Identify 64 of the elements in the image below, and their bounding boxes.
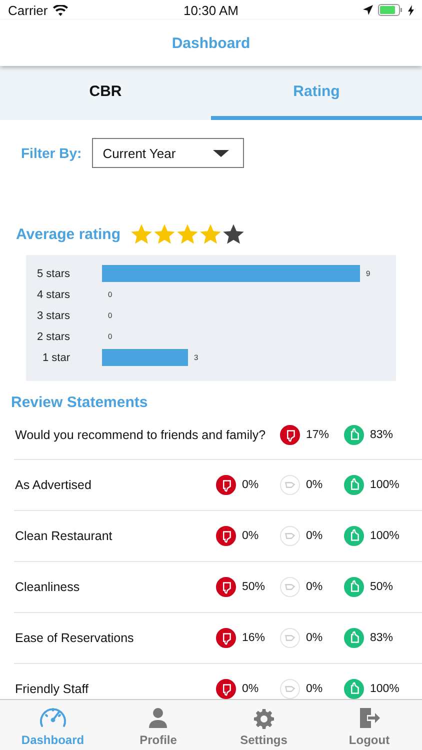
thumbs-down-icon [216, 475, 236, 495]
percentage-text: 100% [370, 479, 400, 491]
nav-tab[interactable]: Dashboard [0, 700, 106, 750]
caret-icon [212, 150, 229, 156]
statement-text: As Advertised [14, 478, 92, 492]
logout-icon [358, 707, 380, 729]
percentage-text: 83% [370, 632, 394, 644]
thumbs-up-icon [344, 577, 364, 597]
section-title: Review Statements [10, 393, 149, 411]
thumbs-down-icon [216, 628, 236, 648]
nav-tab[interactable]: Profile [106, 700, 211, 750]
filter-label: Filter By: [21, 145, 82, 161]
percentage-text: 17% [306, 429, 330, 441]
person-icon [147, 707, 170, 729]
star-icon [176, 223, 200, 245]
percentage-text: 83% [370, 429, 394, 441]
percentage-text: 0% [242, 530, 259, 542]
thumbs-up-icon [344, 526, 364, 546]
percentage-text: 50% [242, 581, 266, 593]
thumbs-down-icon [280, 425, 300, 445]
percentage-text: 50% [370, 581, 394, 593]
settings-icon [254, 709, 274, 729]
statement-text: Cleanliness [14, 580, 81, 594]
wifi-icon [52, 4, 68, 16]
percentage-text: 0% [306, 632, 323, 644]
location-arrow-icon [363, 5, 373, 15]
nav-tab[interactable]: Settings [211, 700, 316, 750]
axis-label: 5 stars [36, 268, 70, 280]
filter-dropdown[interactable]: Current Year [92, 138, 244, 168]
charging-bolt-icon [408, 4, 414, 16]
thumbs-up-icon [344, 425, 364, 445]
percentage-text: 0% [242, 683, 259, 695]
status-time: 10:30 AM [184, 2, 238, 18]
statement-text: Clean Restaurant [14, 529, 114, 543]
star-icon [222, 223, 246, 245]
carrier-label: Carrier [8, 2, 48, 18]
statement-text: Would you recommend to friends and family? [14, 428, 267, 442]
axis-label: 4 stars [36, 289, 70, 301]
statement-text: Ease of Reservations [14, 631, 135, 645]
percentage-text: 0% [306, 479, 323, 491]
percentage-text: 0% [306, 683, 323, 695]
thumbs-down-icon [216, 526, 236, 546]
average-rating-label: Average rating [16, 226, 120, 242]
thumbs-down-icon [216, 577, 236, 597]
percentage-text: 16% [242, 632, 266, 644]
percentage-text: 0% [306, 581, 323, 593]
statement-text: Friendly Staff [14, 682, 90, 696]
star-icon [153, 223, 176, 245]
axis-label: 3 stars [36, 310, 70, 322]
star-icon [130, 223, 154, 245]
axis-label: 2 stars [36, 331, 70, 343]
thumbs-up-icon [344, 475, 364, 495]
screen-title: Dashboard [172, 34, 250, 52]
percentage-text: 100% [370, 683, 400, 695]
thumbs-up-icon [344, 628, 364, 648]
axis-label: 1 star [42, 352, 70, 364]
nav-tab[interactable]: Logout [316, 700, 422, 750]
tab[interactable]: Rating [211, 66, 422, 120]
star-icon [199, 223, 222, 245]
percentage-text: 100% [370, 530, 400, 542]
tab[interactable]: CBR [0, 66, 211, 120]
percentage-text: 0% [306, 530, 323, 542]
battery-icon [378, 4, 403, 16]
percentage-text: 0% [242, 479, 259, 491]
